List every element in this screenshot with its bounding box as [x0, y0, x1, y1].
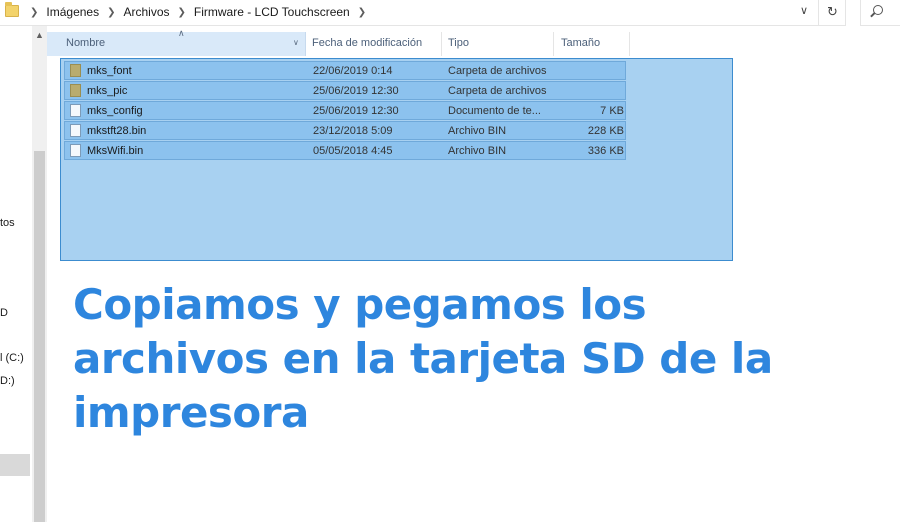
chevron-down-icon[interactable]: ∨ [800, 4, 808, 17]
file-size: 336 KB [587, 145, 624, 157]
file-type: Archivo BIN [448, 125, 507, 137]
nav-item-selected[interactable] [0, 454, 30, 476]
address-bar: ❯ Imágenes ❯ Archivos ❯ Firmware - LCD T… [0, 0, 900, 26]
file-icon [70, 144, 81, 157]
file-row[interactable]: mkstft28.bin 23/12/2018 5:09 Archivo BIN… [64, 121, 626, 140]
caption-line: impresora [73, 388, 309, 437]
breadcrumb-path: ❯ Imágenes ❯ Archivos ❯ Firmware - LCD T… [22, 5, 374, 19]
column-date[interactable]: Fecha de modificación [306, 32, 442, 56]
chevron-right-icon[interactable]: ❯ [107, 7, 115, 18]
caption-text: Copiamos y pegamos los archivos en la ta… [73, 278, 773, 440]
refresh-button[interactable]: ↻ [818, 0, 846, 26]
nav-item-drive-d[interactable]: D:) [0, 375, 15, 387]
folder-icon [70, 64, 81, 77]
scrollbar-thumb[interactable] [34, 151, 45, 522]
file-date: 05/05/2018 4:45 [313, 145, 393, 157]
folder-icon [70, 84, 81, 97]
search-input[interactable] [860, 0, 900, 26]
file-name: MksWifi.bin [87, 145, 144, 157]
folder-icon [5, 2, 19, 17]
search-icon [873, 5, 883, 15]
breadcrumb-item-imagenes[interactable]: Imágenes [46, 5, 99, 19]
breadcrumb[interactable]: ❯ Imágenes ❯ Archivos ❯ Firmware - LCD T… [0, 0, 818, 26]
sort-ascending-icon: ∧ [178, 28, 185, 38]
file-type: Carpeta de archivos [448, 85, 547, 97]
file-name: mkstft28.bin [87, 125, 147, 137]
file-size: 228 KB [587, 125, 624, 137]
breadcrumb-item-archivos[interactable]: Archivos [123, 5, 169, 19]
chevron-right-icon[interactable]: ❯ [30, 7, 38, 18]
file-date: 23/12/2018 5:09 [313, 125, 393, 137]
file-row[interactable]: mks_font 22/06/2019 0:14 Carpeta de arch… [64, 61, 626, 80]
nav-scrollbar[interactable]: ▲ [32, 26, 47, 522]
refresh-icon: ↻ [827, 4, 838, 19]
file-icon [70, 124, 81, 137]
file-date: 25/06/2019 12:30 [313, 85, 399, 97]
caption-line: archivos en la tarjeta SD de la [73, 334, 773, 383]
file-size: 7 KB [600, 105, 624, 117]
file-type: Archivo BIN [448, 145, 507, 157]
nav-item-drive-c[interactable]: l (C:) [0, 352, 24, 364]
column-type-label: Tipo [448, 37, 469, 49]
file-icon [70, 104, 81, 117]
chevron-right-icon[interactable]: ❯ [178, 7, 186, 18]
breadcrumb-item-firmware[interactable]: Firmware - LCD Touchscreen [194, 5, 350, 19]
nav-item-documentos[interactable]: tos [0, 217, 15, 229]
column-size[interactable]: Tamaño [554, 32, 630, 56]
navigation-pane: tos D l (C:) D:) [0, 26, 32, 522]
nav-item-drive[interactable]: D [0, 307, 8, 319]
chevron-right-icon[interactable]: ❯ [358, 7, 366, 18]
column-type[interactable]: Tipo [442, 32, 554, 56]
caption-line: Copiamos y pegamos los [73, 280, 647, 329]
file-row[interactable]: MksWifi.bin 05/05/2018 4:45 Archivo BIN … [64, 141, 626, 160]
chevron-down-icon[interactable]: ∨ [293, 38, 299, 47]
file-row[interactable]: mks_config 25/06/2019 12:30 Documento de… [64, 101, 626, 120]
column-header: ∧ Nombre ∨ Fecha de modificación Tipo Ta… [47, 28, 647, 56]
file-name: mks_config [87, 105, 143, 117]
file-name: mks_pic [87, 85, 128, 97]
column-name[interactable]: ∧ Nombre ∨ [47, 28, 306, 56]
column-date-label: Fecha de modificación [312, 37, 423, 49]
file-date: 25/06/2019 12:30 [313, 105, 399, 117]
file-name: mks_font [87, 65, 132, 77]
file-type: Documento de te... [448, 105, 541, 117]
column-name-label: Nombre [66, 37, 106, 49]
file-row[interactable]: mks_pic 25/06/2019 12:30 Carpeta de arch… [64, 81, 626, 100]
file-date: 22/06/2019 0:14 [313, 65, 393, 77]
column-size-label: Tamaño [561, 37, 601, 49]
scroll-up-icon[interactable]: ▲ [35, 30, 44, 40]
file-type: Carpeta de archivos [448, 65, 547, 77]
